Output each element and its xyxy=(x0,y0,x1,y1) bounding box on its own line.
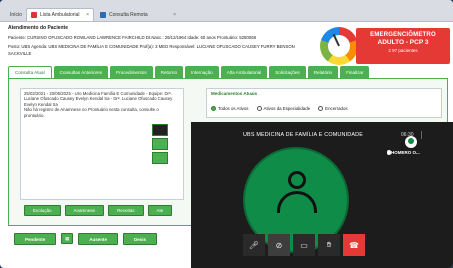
section-title: Atendimento do Paciente xyxy=(8,25,69,31)
video-icon xyxy=(100,11,106,18)
user-icon-body xyxy=(277,191,317,213)
close-icon[interactable]: × xyxy=(173,12,176,18)
tab-consulta-remota[interactable]: Consulta Remota × xyxy=(96,8,180,21)
hang-up-icon[interactable]: ☎ xyxy=(343,234,365,256)
anamnese-button[interactable]: Anamnese xyxy=(64,205,105,216)
radio-icon xyxy=(318,106,324,111)
desistencia-button[interactable]: Desis xyxy=(123,233,158,245)
receitas-button[interactable]: Receitas xyxy=(108,205,144,216)
patient-header: Atendimento do Paciente Paciente: CURSIN… xyxy=(0,22,453,65)
tab-label: Lista Ambulatorial xyxy=(40,12,80,18)
radio-label: Encerrados xyxy=(325,106,348,111)
tab-alta-ambulatorial[interactable]: Alta Ambulatorial xyxy=(220,66,268,78)
emergencimetro-level: ADULTO - PCP 3 xyxy=(377,39,429,46)
tab-internacao[interactable]: Internação xyxy=(185,66,219,78)
screen-share-icon[interactable]: ▭ xyxy=(293,234,315,256)
video-call-window[interactable]: UBS MEDICINA DE FAMÍLIA E COMUNIDADE 06:… xyxy=(191,122,453,268)
ausente-button[interactable]: Ausente xyxy=(78,233,119,245)
call-controls: 🎤︎ ⊘ ▭ ✋︎ ☎ xyxy=(243,234,369,256)
radio-label: Todos os Ativos xyxy=(218,106,249,111)
tab-procedimentos[interactable]: Procedimentos xyxy=(110,66,153,78)
radio-icon xyxy=(211,106,216,111)
participant-tile[interactable]: HOMERO O... xyxy=(387,136,437,158)
mini-avatar xyxy=(405,136,417,148)
pendente-button[interactable]: Pendente xyxy=(14,233,57,245)
radio-icon xyxy=(256,106,262,111)
radio-ativos-especialidade[interactable]: Ativos da Especialidade xyxy=(256,106,311,111)
camera-off-icon[interactable]: ⊘ xyxy=(268,234,290,256)
evolucao-button[interactable]: Evolução xyxy=(24,205,61,216)
tool-button[interactable] xyxy=(152,138,168,150)
radio-encerrados[interactable]: Encerrados xyxy=(318,106,348,111)
medications-title: Medicamentos Atuais xyxy=(211,91,258,96)
medication-filter: Todos os Ativos Ativos da Especialidade … xyxy=(211,106,348,111)
status-actions: Pendente ▦ Ausente Desis xyxy=(14,233,158,245)
tab-relatorio[interactable]: Relatório xyxy=(307,66,339,78)
tool-button[interactable] xyxy=(152,152,168,164)
emergencimetro-title: EMERGENCIÔMETRO xyxy=(370,32,436,38)
side-tool-buttons xyxy=(148,124,178,166)
tool-button[interactable] xyxy=(152,124,168,136)
tab-label: Consulta Remota xyxy=(109,11,148,18)
grid-icon[interactable]: ▦ xyxy=(61,233,74,244)
app-window: Início Lista Ambulatorial × Consulta Rem… xyxy=(0,0,453,268)
tab-solicitacoes[interactable]: Solicitações xyxy=(269,66,306,78)
radio-label: Ativos da Especialidade xyxy=(263,106,311,111)
radio-todos-ativos[interactable]: Todos os Ativos xyxy=(211,106,249,111)
list-icon xyxy=(31,12,37,18)
browser-tabbar: Início Lista Ambulatorial × Consulta Rem… xyxy=(0,0,453,22)
participant-name: HOMERO O... xyxy=(391,150,420,155)
appointment-info: Posto: UBS Agenda: UBS MEDICINA DE FAMÍL… xyxy=(8,44,295,49)
responsible-info: SACKVILLE xyxy=(8,51,32,56)
tab-retorno[interactable]: Retorno xyxy=(154,66,183,78)
tab-consultas-anteriores[interactable]: Consultas Anteriores xyxy=(53,66,109,78)
medications-panel: Medicamentos Atuais Todos os Ativos Ativ… xyxy=(206,88,442,118)
consultation-tabs: Consulta Atual Consultas Anteriores Proc… xyxy=(8,66,448,78)
record-actions: Evolução Anamnese Receitas Ate xyxy=(24,205,173,216)
video-call-title: UBS MEDICINA DE FAMÍLIA E COMUNIDADE xyxy=(242,132,364,138)
tab-lista-ambulatorial[interactable]: Lista Ambulatorial × xyxy=(26,8,94,21)
patient-info: Paciente: CURSINO OFUSCADO ROWLAND LAWRE… xyxy=(8,35,256,40)
raise-hand-icon[interactable]: ✋︎ xyxy=(318,234,340,256)
emergencimetro-badge[interactable]: EMERGENCIÔMETRO ADULTO - PCP 3 2 97 paci… xyxy=(356,28,450,64)
user-icon xyxy=(288,171,306,189)
tab-inicio[interactable]: Início xyxy=(6,8,26,21)
tab-consulta-atual[interactable]: Consulta Atual xyxy=(8,66,52,78)
tab-label: Início xyxy=(10,11,22,18)
atestado-button[interactable]: Ate xyxy=(147,205,173,216)
microphone-icon[interactable]: 🎤︎ xyxy=(243,234,265,256)
close-icon[interactable]: × xyxy=(86,12,89,18)
emergencimetro-count: 2 97 pacientes xyxy=(388,48,418,53)
tab-finalizar[interactable]: Finalizar xyxy=(340,66,370,78)
gauge-icon xyxy=(320,27,358,65)
